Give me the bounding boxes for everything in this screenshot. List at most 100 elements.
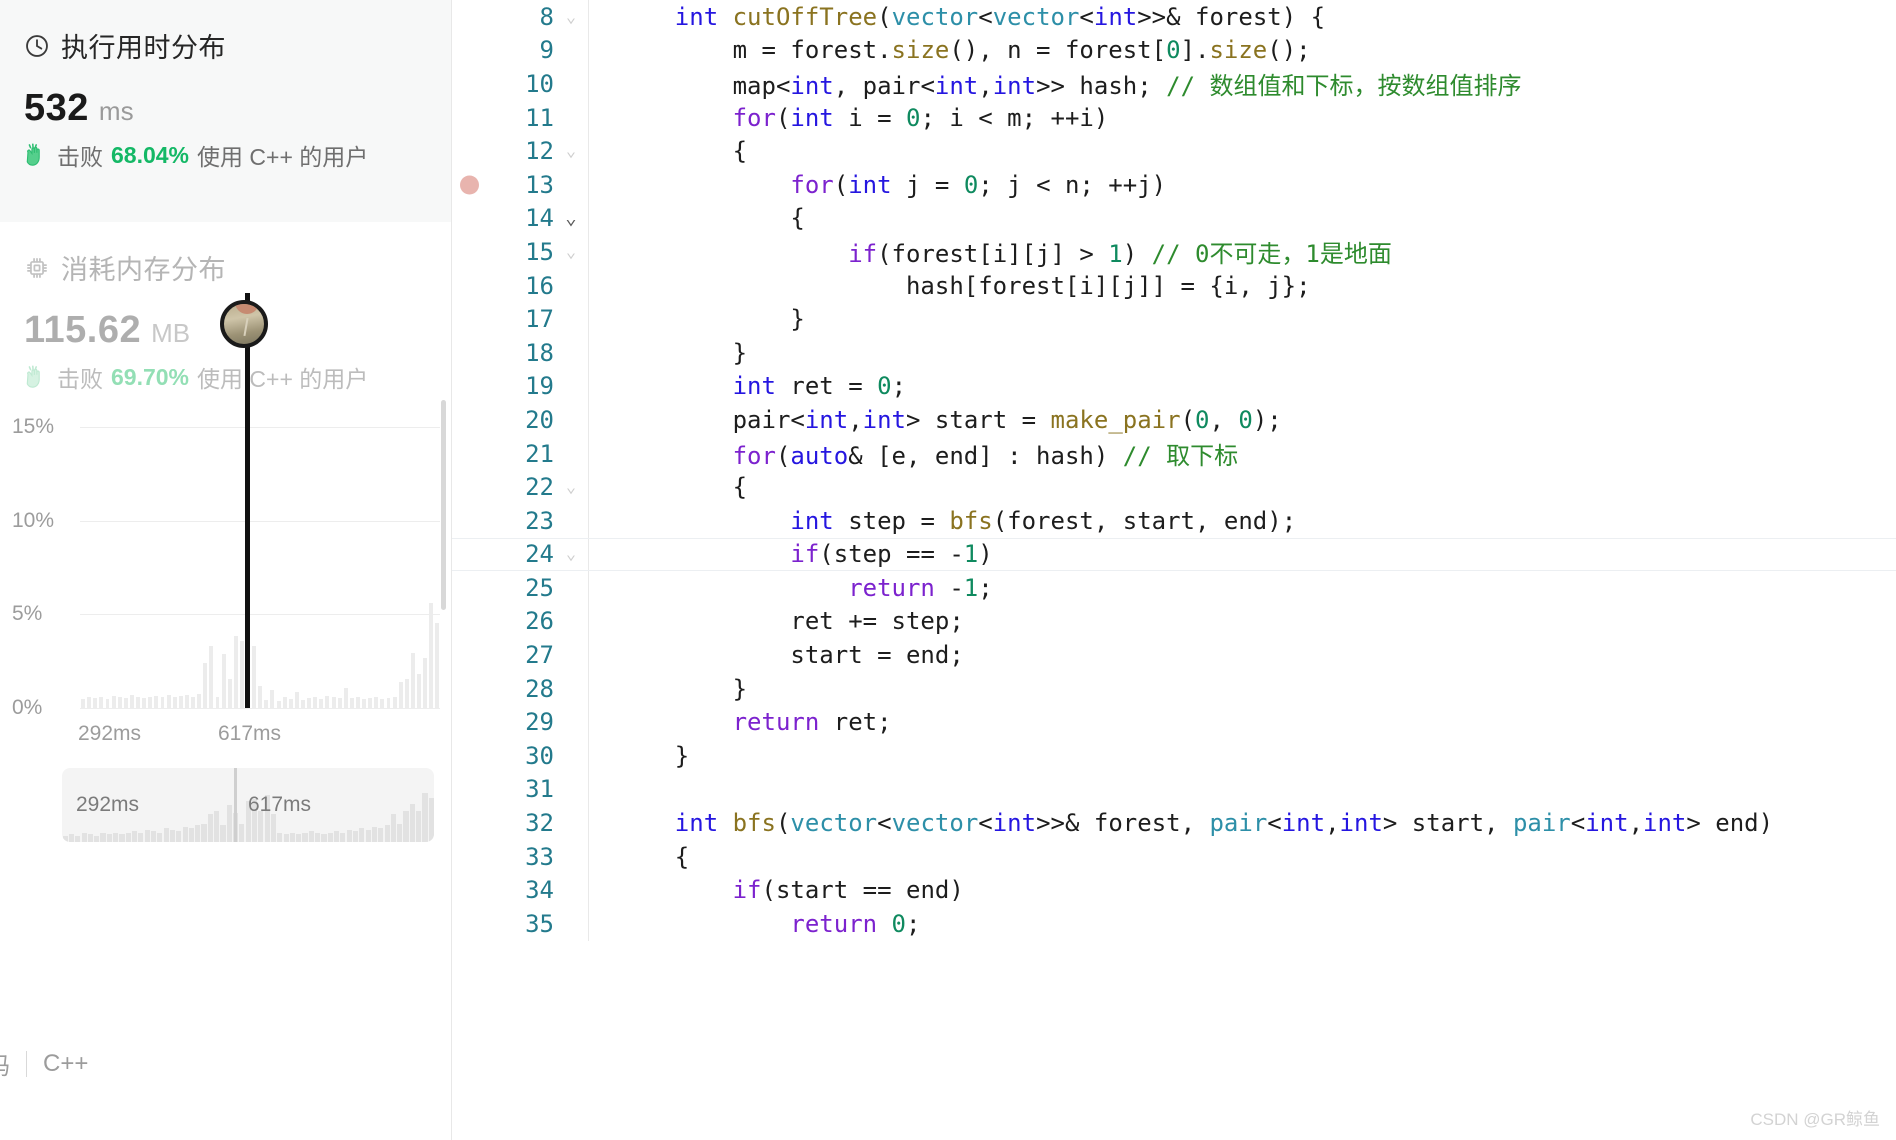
chart-bar[interactable] (191, 696, 195, 708)
code-line[interactable]: 15 ⌄ if(forest[i][j] > 1) // 0不可走，1是地面 (452, 235, 1896, 269)
chart-bar[interactable] (258, 685, 263, 708)
chart-bar[interactable] (172, 696, 177, 708)
chart-bar[interactable] (227, 678, 232, 708)
code-editor[interactable]: 8 ⌄ int cutOffTree(vector<vector<int>>& f… (452, 0, 1896, 1140)
chevron-down-icon[interactable]: ⌄ (554, 141, 588, 161)
chart-bar[interactable] (386, 697, 391, 708)
code-text[interactable]: int step = bfs(forest, start, end); (589, 507, 1296, 535)
chevron-down-icon[interactable]: ⌄ (554, 242, 588, 262)
code-line[interactable]: 23 int step = bfs(forest, start, end); (452, 503, 1896, 538)
chart-bar[interactable] (411, 652, 415, 708)
chart-bar[interactable] (264, 699, 269, 708)
chart-bar[interactable] (81, 698, 86, 708)
code-line[interactable]: 34 if(start == end) (452, 873, 1896, 908)
chart-bar[interactable] (87, 696, 92, 708)
scrubber-marker[interactable] (233, 768, 237, 842)
code-line[interactable]: 17 } (452, 302, 1896, 336)
breakpoint-gutter[interactable] (452, 907, 490, 941)
breakpoint-gutter[interactable] (452, 0, 490, 34)
code-text[interactable]: if(step == -1) (589, 540, 992, 568)
code-line[interactable]: 14 ⌄ { (452, 201, 1896, 236)
breakpoint-gutter[interactable] (452, 437, 490, 471)
code-line[interactable]: 25 return -1; (452, 571, 1896, 605)
chart-bar[interactable] (313, 696, 318, 708)
chart-bar[interactable] (160, 696, 165, 708)
chart-bar[interactable] (203, 663, 208, 708)
chart-bar[interactable] (105, 698, 110, 708)
runtime-distribution-chart[interactable]: 0% 5% 10% 15% 292ms 617ms (0, 293, 452, 760)
code-text[interactable]: if(forest[i][j] > 1) // 0不可走，1是地面 (589, 234, 1392, 269)
breakpoint-gutter[interactable] (452, 202, 490, 236)
chart-bar[interactable] (404, 678, 409, 708)
chevron-down-icon[interactable]: ⌄ (554, 477, 588, 497)
breakpoint-gutter[interactable] (452, 336, 490, 370)
breakpoint-gutter[interactable] (452, 134, 490, 168)
code-line[interactable]: 26 ret += step; (452, 604, 1896, 639)
chart-bar[interactable] (429, 603, 434, 708)
chart-bar[interactable] (301, 699, 305, 708)
breakpoint-gutter[interactable] (452, 269, 490, 303)
code-text[interactable]: } (589, 305, 804, 333)
code-text[interactable]: return -1; (589, 574, 993, 602)
breakpoint-gutter[interactable] (452, 806, 490, 840)
chart-bar[interactable] (154, 695, 159, 708)
chart-bar[interactable] (166, 694, 171, 708)
chart-bar[interactable] (392, 696, 397, 708)
chart-bar[interactable] (184, 694, 189, 708)
breakpoint-gutter[interactable] (452, 539, 490, 571)
footer-language[interactable]: C++ (43, 1050, 88, 1078)
code-line[interactable]: 28 } (452, 671, 1896, 706)
breakpoint-gutter[interactable] (452, 873, 490, 907)
code-line[interactable]: 11 for(int i = 0; i < m; ++i) (452, 100, 1896, 135)
code-text[interactable]: } (589, 675, 747, 703)
chart-bar[interactable] (417, 674, 422, 708)
chart-bar[interactable] (270, 690, 275, 708)
code-line[interactable]: 21 for(auto& [e, end] : hash) // 取下标 (452, 436, 1896, 471)
code-line[interactable]: 22 ⌄ { (452, 470, 1896, 504)
range-scrubber[interactable]: 292ms 617ms (62, 768, 434, 842)
code-text[interactable]: m = forest.size(), n = forest[0].size(); (589, 36, 1311, 64)
code-text[interactable]: for(int j = 0; j < n; ++j) (589, 171, 1166, 199)
chart-bar[interactable] (435, 622, 440, 708)
chart-bar[interactable] (325, 695, 330, 708)
breakpoint-dot[interactable] (460, 175, 479, 195)
chart-bar[interactable] (423, 658, 428, 708)
code-line[interactable]: 35 return 0; (452, 907, 1896, 941)
chart-bar[interactable] (356, 696, 360, 708)
code-text[interactable]: return 0; (589, 910, 920, 938)
code-line[interactable]: 10 map<int, pair<int,int>> hash; // 数组值和… (452, 67, 1896, 101)
chart-bar[interactable] (294, 692, 299, 708)
chart-bar[interactable] (343, 688, 348, 708)
sidebar-scrollbar[interactable] (441, 400, 446, 610)
breakpoint-gutter[interactable] (452, 504, 490, 538)
code-text[interactable]: int ret = 0; (589, 372, 906, 400)
chevron-down-icon[interactable]: ⌄ (554, 544, 588, 564)
chevron-down-icon[interactable]: ⌄ (554, 7, 588, 27)
chart-bar[interactable] (319, 698, 324, 708)
chart-bar[interactable] (282, 696, 287, 708)
code-text[interactable]: { (589, 137, 747, 165)
chart-bar[interactable] (221, 653, 226, 708)
code-line[interactable]: 24 ⌄ if(step == -1) (452, 537, 1896, 572)
code-text[interactable]: ret += step; (589, 607, 963, 635)
code-text[interactable]: { (589, 204, 804, 232)
code-text[interactable]: int bfs(vector<vector<int>>& forest, pai… (589, 809, 1773, 837)
chart-bar[interactable] (209, 646, 214, 708)
code-line[interactable]: 20 pair<int,int> start = make_pair(0, 0)… (452, 403, 1896, 437)
chart-bar[interactable] (93, 697, 98, 708)
chart-bar[interactable] (136, 696, 140, 708)
code-text[interactable]: } (589, 742, 689, 770)
breakpoint-gutter[interactable] (452, 605, 490, 639)
breakpoint-gutter[interactable] (452, 67, 490, 101)
chart-bar[interactable] (307, 697, 312, 708)
chart-bar[interactable] (368, 697, 373, 708)
code-text[interactable]: for(int i = 0; i < m; ++i) (589, 104, 1109, 132)
chart-bar[interactable] (362, 698, 367, 708)
code-text[interactable]: return ret; (589, 708, 892, 736)
chart-bar[interactable] (197, 693, 202, 708)
chart-bar[interactable] (398, 681, 403, 708)
breakpoint-gutter[interactable] (452, 470, 490, 504)
chart-bar[interactable] (233, 635, 238, 708)
chart-bar[interactable] (111, 695, 116, 708)
chart-bar[interactable] (331, 696, 336, 708)
